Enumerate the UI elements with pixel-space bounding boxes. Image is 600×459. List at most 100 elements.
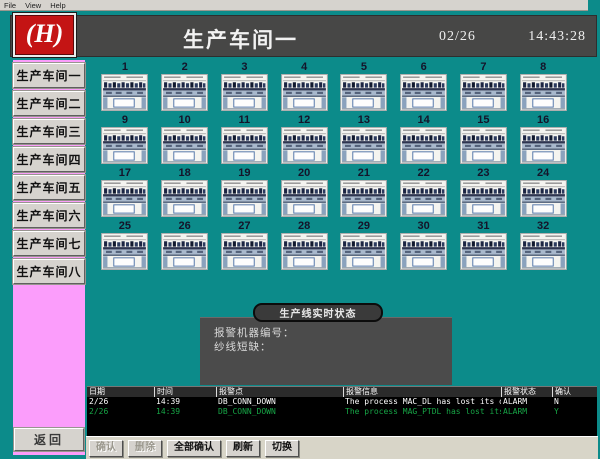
alarm-column-header: 确认 bbox=[552, 387, 597, 397]
machine-icon[interactable] bbox=[340, 127, 387, 164]
machine-cell: 15 bbox=[454, 114, 514, 167]
status-panel-title: 生产线实时状态 bbox=[253, 303, 383, 322]
menu-item-view[interactable]: View bbox=[25, 1, 41, 10]
machine-icon[interactable] bbox=[101, 127, 148, 164]
machine-icon[interactable] bbox=[161, 74, 208, 111]
machine-icon[interactable] bbox=[460, 74, 507, 111]
page-title: 生产车间一 bbox=[183, 24, 298, 54]
logo-icon: (H) bbox=[15, 15, 74, 55]
machine-icon[interactable] bbox=[400, 180, 447, 217]
machine-icon[interactable] bbox=[340, 180, 387, 217]
machine-cell: 1 bbox=[95, 61, 155, 114]
header-clock: 14:43:28 bbox=[528, 29, 586, 45]
machine-cell: 10 bbox=[155, 114, 215, 167]
machine-icon[interactable] bbox=[460, 180, 507, 217]
header-bar: 生产车间一 02/26 14:43:28 bbox=[10, 15, 597, 57]
machine-cell: 11 bbox=[215, 114, 275, 167]
bottom-toolbar: 确认删除全部确认刷新切换 bbox=[86, 436, 598, 459]
machine-number-label: 21 bbox=[358, 167, 370, 179]
alarm-column-header: 日期 bbox=[87, 387, 154, 397]
toolbar-button[interactable]: 刷新 bbox=[226, 440, 260, 457]
sidebar-item-workshop-4[interactable]: 生产车间四 bbox=[13, 147, 85, 172]
machine-icon[interactable] bbox=[460, 127, 507, 164]
machine-icon[interactable] bbox=[400, 74, 447, 111]
sidebar-item-workshop-3[interactable]: 生产车间三 bbox=[13, 119, 85, 144]
toolbar-button[interactable]: 确认 bbox=[89, 440, 123, 457]
machine-cell: 27 bbox=[215, 220, 275, 273]
machine-cell: 14 bbox=[394, 114, 454, 167]
machine-number-label: 31 bbox=[477, 220, 489, 232]
machine-cell: 7 bbox=[454, 61, 514, 114]
back-button[interactable]: 返回 bbox=[14, 428, 84, 451]
sidebar-item-workshop-5[interactable]: 生产车间五 bbox=[13, 175, 85, 200]
machine-icon[interactable] bbox=[101, 74, 148, 111]
machine-icon[interactable] bbox=[400, 233, 447, 270]
sidebar-item-workshop-8[interactable]: 生产车间八 bbox=[13, 259, 85, 284]
machine-icon[interactable] bbox=[161, 180, 208, 217]
machine-icon[interactable] bbox=[340, 74, 387, 111]
machine-icon[interactable] bbox=[101, 233, 148, 270]
machine-cell: 22 bbox=[394, 167, 454, 220]
machine-cell: 24 bbox=[513, 167, 573, 220]
machine-number-label: 32 bbox=[537, 220, 549, 232]
alarm-cell: 14:39 bbox=[154, 407, 216, 417]
machine-number-label: 17 bbox=[119, 167, 131, 179]
machine-icon[interactable] bbox=[281, 233, 328, 270]
sidebar-item-workshop-1[interactable]: 生产车间一 bbox=[13, 63, 85, 88]
machine-number-label: 2 bbox=[182, 61, 188, 73]
machine-cell: 6 bbox=[394, 61, 454, 114]
sidebar-spacer bbox=[13, 287, 85, 428]
machine-cell: 8 bbox=[513, 61, 573, 114]
machine-number-label: 6 bbox=[421, 61, 427, 73]
machine-number-label: 3 bbox=[241, 61, 247, 73]
machine-icon[interactable] bbox=[161, 127, 208, 164]
machine-icon[interactable] bbox=[520, 180, 567, 217]
sidebar-item-workshop-2[interactable]: 生产车间二 bbox=[13, 91, 85, 116]
machine-icon[interactable] bbox=[520, 74, 567, 111]
machine-icon[interactable] bbox=[221, 233, 268, 270]
machine-icon[interactable] bbox=[281, 180, 328, 217]
machine-cell: 9 bbox=[95, 114, 155, 167]
machine-number-label: 25 bbox=[119, 220, 131, 232]
machine-grid: 1234567891011121314151617181920212223242… bbox=[95, 61, 573, 273]
alarm-column-header: 报警状态 bbox=[501, 387, 552, 397]
machine-number-label: 27 bbox=[238, 220, 250, 232]
machine-cell: 16 bbox=[513, 114, 573, 167]
machine-icon[interactable] bbox=[400, 127, 447, 164]
machine-cell: 23 bbox=[454, 167, 514, 220]
machine-number-label: 9 bbox=[122, 114, 128, 126]
machine-cell: 18 bbox=[155, 167, 215, 220]
machine-cell: 19 bbox=[215, 167, 275, 220]
machine-number-label: 22 bbox=[418, 167, 430, 179]
alarm-table: 日期时间报警点报警信息报警状态确认 2/2614:39DB_CONN_DOWNT… bbox=[87, 386, 597, 436]
machine-icon[interactable] bbox=[101, 180, 148, 217]
machine-icon[interactable] bbox=[281, 127, 328, 164]
machine-icon[interactable] bbox=[340, 233, 387, 270]
alarm-column-header: 报警点 bbox=[216, 387, 343, 397]
machine-icon[interactable] bbox=[161, 233, 208, 270]
alarm-row[interactable]: 2/2614:39DB_CONN_DOWNThe process MAG_PTD… bbox=[87, 407, 597, 417]
toolbar-button[interactable]: 全部确认 bbox=[167, 440, 221, 457]
menu-item-help[interactable]: Help bbox=[50, 1, 65, 10]
menu-item-file[interactable]: File bbox=[4, 1, 16, 10]
machine-cell: 5 bbox=[334, 61, 394, 114]
machine-icon[interactable] bbox=[520, 233, 567, 270]
alarm-cell: 2/26 bbox=[87, 407, 154, 417]
machine-icon[interactable] bbox=[281, 74, 328, 111]
sidebar-item-workshop-7[interactable]: 生产车间七 bbox=[13, 231, 85, 256]
alarm-cell: The process MAG_PTDL has lost its ... bbox=[343, 407, 501, 417]
alarm-column-header: 时间 bbox=[154, 387, 216, 397]
toolbar-button[interactable]: 删除 bbox=[128, 440, 162, 457]
machine-icon[interactable] bbox=[520, 127, 567, 164]
toolbar-button[interactable]: 切换 bbox=[265, 440, 299, 457]
machine-number-label: 12 bbox=[298, 114, 310, 126]
machine-number-label: 24 bbox=[537, 167, 549, 179]
machine-icon[interactable] bbox=[221, 127, 268, 164]
machine-icon[interactable] bbox=[221, 74, 268, 111]
machine-number-label: 5 bbox=[361, 61, 367, 73]
machine-icon[interactable] bbox=[221, 180, 268, 217]
sidebar-item-workshop-6[interactable]: 生产车间六 bbox=[13, 203, 85, 228]
machine-number-label: 26 bbox=[179, 220, 191, 232]
machine-icon[interactable] bbox=[460, 233, 507, 270]
alarm-row[interactable]: 2/2614:39DB_CONN_DOWNThe process MAC_DL … bbox=[87, 397, 597, 407]
